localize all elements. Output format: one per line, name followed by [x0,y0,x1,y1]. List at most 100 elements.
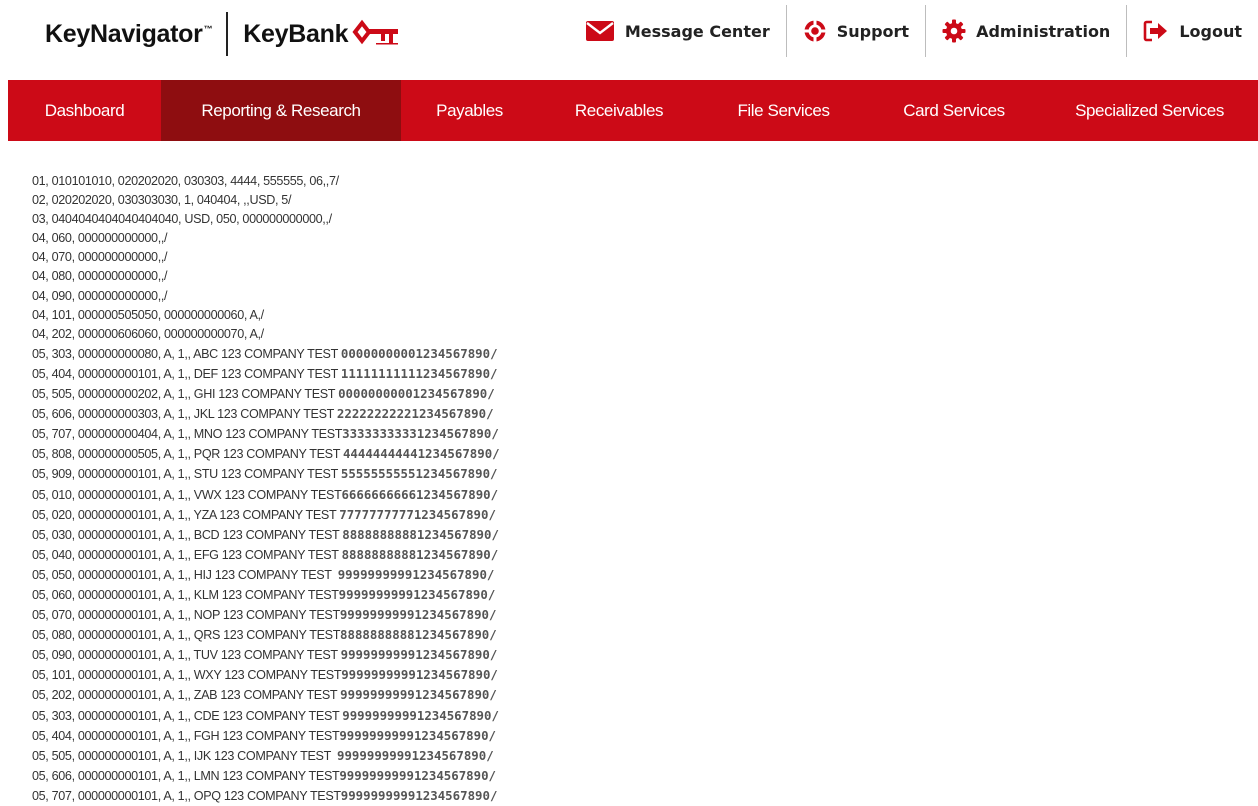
tab-reporting-research[interactable]: Reporting & Research [161,80,401,141]
detail-reference-number: 88888888881234567890/ [340,627,497,643]
bai-record-line: 04, 202, 000000606060, 000000000070, A,/ [32,326,264,341]
detail-record-text: 05, 606, 000000000101, A, 1,, LMN 123 CO… [32,768,340,783]
bai-detail-line: 05, 090, 000000000101, A, 1,, TUV 123 CO… [32,645,1238,665]
brand-divider [226,12,229,56]
bai-detail-line: 05, 808, 000000000505, A, 1,, PQR 123 CO… [32,444,1238,464]
detail-record-text: 05, 909, 000000000101, A, 1,, STU 123 CO… [32,467,341,482]
bai-detail-line: 05, 404, 000000000101, A, 1,, FGH 123 CO… [32,726,1238,746]
detail-reference-number: 22222222221234567890/ [336,406,494,422]
tab-dashboard[interactable]: Dashboard [8,80,161,141]
gear-icon [942,19,966,43]
keybank-wordmark: KeyBank [243,19,349,48]
bai-record-line: 04, 080, 000000000000,,/ [32,269,168,284]
detail-reference-number: 00000000001234567890/ [338,386,495,402]
detail-reference-number: 55555555551234567890/ [340,466,498,482]
bai-record-line: 04, 101, 000000505050, 000000000060, A,/ [32,307,264,322]
bai-header-records: 01, 010101010, 020202020, 030303, 4444, … [32,172,1238,344]
bai-file-content: 01, 010101010, 020202020, 030303, 4444, … [32,172,1238,806]
administration-label: Administration [976,21,1111,41]
message-center-label: Message Center [624,21,770,41]
detail-reference-number: 99999999991234567890/ [337,566,495,582]
bai-detail-line: 05, 707, 000000000404, A, 1,, MNO 123 CO… [32,424,1238,444]
bai-detail-line: 05, 060, 000000000101, A, 1,, KLM 123 CO… [32,585,1238,605]
bai-detail-line: 05, 303, 000000000101, A, 1,, CDE 123 CO… [32,706,1238,726]
bai-detail-line: 05, 101, 000000000101, A, 1,, WXY 123 CO… [32,665,1238,685]
bai-detail-line: 05, 909, 000000000101, A, 1,, STU 123 CO… [32,464,1238,484]
main-nav: Dashboard Reporting & Research Payables … [8,80,1258,141]
bai-detail-line: 05, 030, 000000000101, A, 1,, BCD 123 CO… [32,525,1238,545]
tab-file-services[interactable]: File Services [700,80,867,141]
detail-reference-number: 00000000001234567890/ [340,345,498,361]
tab-card-services[interactable]: Card Services [867,80,1041,141]
logout-icon [1143,20,1169,42]
detail-record-text: 05, 505, 000000000202, A, 1,, GHI 123 CO… [32,387,339,402]
detail-record-text: 05, 090, 000000000101, A, 1,, TUV 123 CO… [32,648,341,663]
bai-detail-line: 05, 505, 000000000101, A, 1,, IJK 123 CO… [32,746,1238,766]
detail-reference-number: 77777777771234567890/ [339,506,496,522]
keynavigator-wordmark: KeyNavigator™ [45,19,213,48]
detail-reference-number: 66666666661234567890/ [341,486,499,502]
logout-label: Logout [1179,21,1242,41]
detail-record-text: 05, 202, 000000000101, A, 1,, ZAB 123 CO… [32,688,341,703]
tab-payables[interactable]: Payables [401,80,538,141]
bai-detail-line: 05, 606, 000000000303, A, 1,, JKL 123 CO… [32,404,1238,424]
detail-record-text: 05, 030, 000000000101, A, 1,, BCD 123 CO… [32,527,343,542]
detail-reference-number: 99999999991234567890/ [338,586,496,602]
message-center-link[interactable]: Message Center [569,5,786,57]
detail-reference-number: 99999999991234567890/ [340,647,498,663]
bai-detail-records: 05, 303, 000000000080, A, 1,, ABC 123 CO… [32,344,1238,806]
bai-detail-line: 05, 707, 000000000101, A, 1,, OPQ 123 CO… [32,786,1238,806]
support-label: Support [836,21,910,41]
detail-reference-number: 99999999991234567890/ [340,787,498,803]
detail-record-text: 05, 505, 000000000101, A, 1,, IJK 123 CO… [32,748,338,763]
bai-detail-line: 05, 050, 000000000101, A, 1,, HIJ 123 CO… [32,565,1238,585]
bai-detail-line: 05, 202, 000000000101, A, 1,, ZAB 123 CO… [32,685,1238,705]
detail-record-text: 05, 808, 000000000505, A, 1,, PQR 123 CO… [32,447,343,462]
detail-record-text: 05, 404, 000000000101, A, 1,, DEF 123 CO… [32,366,341,381]
detail-record-text: 05, 303, 000000000101, A, 1,, CDE 123 CO… [32,708,343,723]
detail-reference-number: 99999999991234567890/ [340,687,497,703]
detail-record-text: 05, 707, 000000000404, A, 1,, MNO 123 CO… [32,427,343,442]
bai-detail-line: 05, 505, 000000000202, A, 1,, GHI 123 CO… [32,384,1238,404]
detail-record-text: 05, 707, 000000000101, A, 1,, OPQ 123 CO… [32,788,341,803]
trademark-mark: ™ [203,24,213,35]
detail-reference-number: 99999999991234567890/ [337,747,494,763]
logout-link[interactable]: Logout [1127,5,1258,57]
detail-record-text: 05, 050, 000000000101, A, 1,, HIJ 123 CO… [32,567,338,582]
key-icon [352,19,400,50]
support-link[interactable]: Support [787,5,925,57]
tab-receivables[interactable]: Receivables [538,80,700,141]
lifebuoy-icon [803,19,827,43]
detail-reference-number: 33333333331234567890/ [342,426,499,442]
bai-record-line: 04, 070, 000000000000,,/ [32,250,168,265]
detail-record-text: 05, 020, 000000000101, A, 1,, YZA 123 CO… [32,507,340,522]
bai-record-line: 03, 0404040404040404040, USD, 050, 00000… [32,212,332,227]
bai-record-line: 04, 060, 000000000000,,/ [32,231,168,246]
detail-reference-number: 99999999991234567890/ [342,707,499,723]
detail-record-text: 05, 040, 000000000101, A, 1,, EFG 123 CO… [32,547,342,562]
detail-reference-number: 88888888881234567890/ [341,546,499,562]
bai-detail-line: 05, 303, 000000000080, A, 1,, ABC 123 CO… [32,344,1238,364]
brand-logo[interactable]: KeyNavigator™ KeyBank [45,12,400,56]
detail-reference-number: 88888888881234567890/ [342,526,499,542]
utility-nav: Message Center Support Administration Lo… [569,0,1258,62]
bai-detail-line: 05, 080, 000000000101, A, 1,, QRS 123 CO… [32,625,1238,645]
detail-record-text: 05, 606, 000000000303, A, 1,, JKL 123 CO… [32,407,337,422]
bai-record-line: 01, 010101010, 020202020, 030303, 4444, … [32,174,339,188]
detail-reference-number: 99999999991234567890/ [339,727,496,743]
detail-record-text: 05, 303, 000000000080, A, 1,, ABC 123 CO… [32,346,341,361]
bai-detail-line: 05, 010, 000000000101, A, 1,, VWX 123 CO… [32,485,1238,505]
bai-record-line: 04, 090, 000000000000,,/ [32,288,168,303]
administration-link[interactable]: Administration [926,5,1126,57]
bai-record-line: 02, 020202020, 030303030, 1, 040404, ,,U… [32,193,292,208]
detail-reference-number: 99999999991234567890/ [341,667,498,683]
bai-detail-line: 05, 404, 000000000101, A, 1,, DEF 123 CO… [32,364,1238,384]
bai-detail-line: 05, 606, 000000000101, A, 1,, LMN 123 CO… [32,766,1238,786]
detail-record-text: 05, 080, 000000000101, A, 1,, QRS 123 CO… [32,628,341,643]
detail-reference-number: 99999999991234567890/ [339,767,496,783]
tab-specialized-services[interactable]: Specialized Services [1041,80,1258,141]
detail-record-text: 05, 060, 000000000101, A, 1,, KLM 123 CO… [32,587,339,602]
detail-record-text: 05, 101, 000000000101, A, 1,, WXY 123 CO… [32,668,342,683]
bai-detail-line: 05, 020, 000000000101, A, 1,, YZA 123 CO… [32,505,1238,525]
detail-reference-number: 44444444441234567890/ [342,446,500,462]
